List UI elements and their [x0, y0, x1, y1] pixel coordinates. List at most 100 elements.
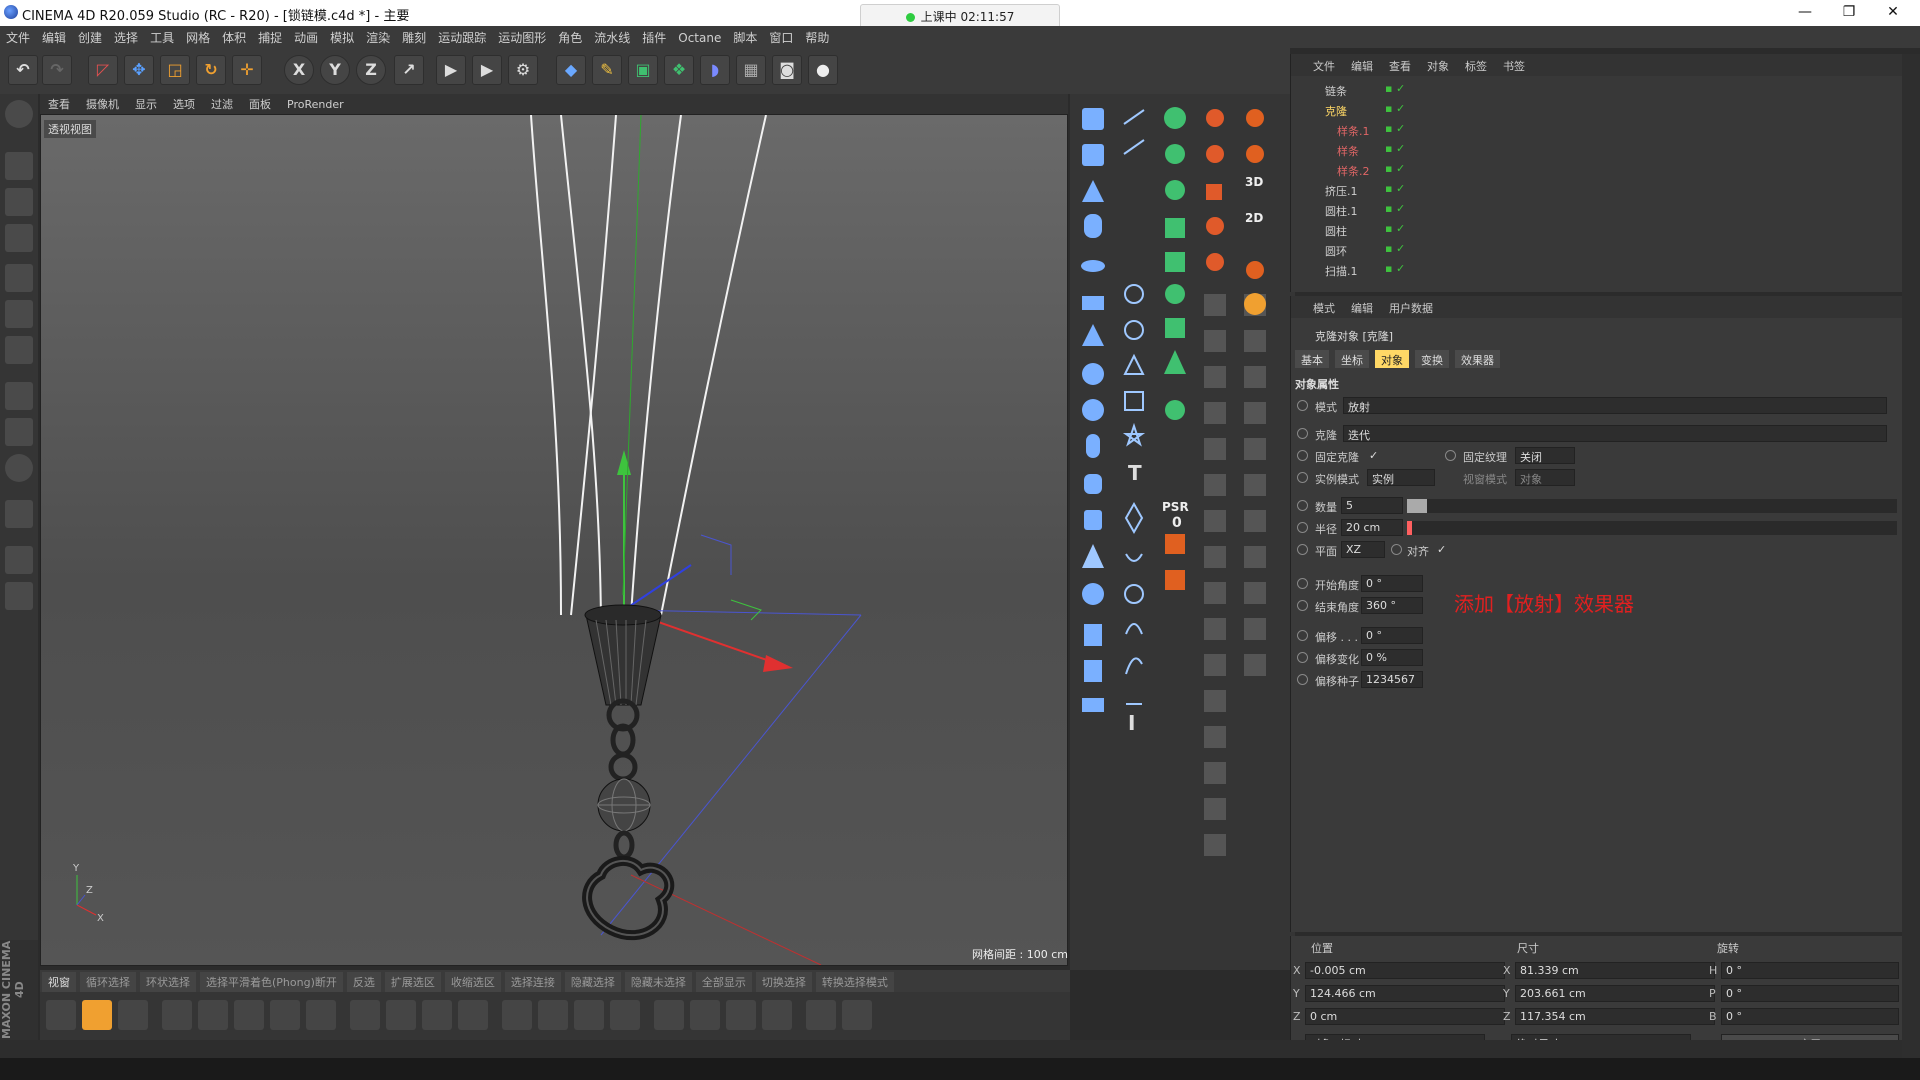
pen-spline-icon[interactable]: ✎ [592, 55, 622, 85]
ngon-icon[interactable] [1123, 353, 1145, 375]
tool-icon[interactable] [422, 1000, 452, 1030]
palette-slot[interactable] [1244, 510, 1266, 532]
render-view-icon[interactable]: ▶ [436, 55, 466, 85]
palette-slot[interactable] [1204, 366, 1226, 388]
snap-magnet-icon[interactable] [5, 500, 33, 528]
palette-slot[interactable] [1244, 366, 1266, 388]
palette-slot[interactable] [1204, 402, 1226, 424]
tool-icon[interactable] [762, 1000, 792, 1030]
disc-icon[interactable] [1081, 260, 1105, 272]
bezier-icon[interactable] [1164, 350, 1186, 374]
tool-icon[interactable] [118, 1000, 148, 1030]
render-settings-icon[interactable]: ⚙ [508, 55, 538, 85]
palette-slot[interactable] [1244, 330, 1266, 352]
move-tool-icon[interactable]: ✥ [124, 55, 154, 85]
polygon-icon[interactable] [1082, 324, 1104, 346]
menu-render[interactable]: 渲染 [360, 26, 396, 46]
menu-animate[interactable]: 动画 [288, 26, 324, 46]
object-row[interactable]: 样条.2 ▪ ✓ [1291, 160, 1891, 180]
platonic-icon[interactable] [1082, 583, 1104, 605]
tool-icon[interactable] [610, 1000, 640, 1030]
torus-icon[interactable] [1082, 399, 1104, 421]
cube-icon[interactable] [1082, 144, 1104, 166]
tool-icon[interactable] [46, 1000, 76, 1030]
palette-slot[interactable] [1204, 438, 1226, 460]
tab-object[interactable]: 对象 [1375, 350, 1409, 368]
scale-tool-icon[interactable]: ◲ [160, 55, 190, 85]
tool-icon[interactable] [162, 1000, 192, 1030]
workplane-icon[interactable] [5, 224, 33, 252]
cmd-shrink[interactable]: 收缩选区 [444, 972, 501, 992]
viewport-menu-panel[interactable]: 面板 [241, 94, 279, 112]
camera-icon[interactable]: ◙ [772, 55, 802, 85]
subdivision-surface-icon[interactable] [1165, 180, 1185, 200]
palette-slot[interactable] [1204, 834, 1226, 856]
tool-icon[interactable] [726, 1000, 756, 1030]
transform-tool-icon[interactable]: ✛ [232, 55, 262, 85]
tool-icon[interactable] [690, 1000, 720, 1030]
polygon-select-icon[interactable] [1206, 253, 1224, 271]
menu-sculpt[interactable]: 雕刻 [396, 26, 432, 46]
selection-icon[interactable] [1206, 184, 1222, 200]
formula-icon[interactable] [1125, 657, 1143, 675]
tool-icon[interactable] [270, 1000, 300, 1030]
tool-icon[interactable] [234, 1000, 264, 1030]
axis-x-button[interactable]: X [284, 55, 314, 85]
edges-mode-icon[interactable] [5, 300, 33, 328]
tweak-mode-icon[interactable] [5, 418, 33, 446]
sphere-icon[interactable] [1082, 363, 1104, 385]
cube-object-icon[interactable]: ◆ [556, 55, 586, 85]
minimize-button[interactable]: — [1790, 4, 1820, 20]
cmd-connected[interactable]: 选择连接 [504, 972, 561, 992]
menu-tools[interactable]: 工具 [144, 26, 180, 46]
tool-icon[interactable] [458, 1000, 488, 1030]
offset-input[interactable]: 0 ° [1361, 627, 1423, 644]
palette-slot[interactable] [1204, 510, 1226, 532]
cmd-toggle[interactable]: 切换选择 [755, 972, 812, 992]
deformer-icon[interactable]: ◗ [700, 55, 730, 85]
pos-y-input[interactable]: 124.466 cm [1305, 985, 1505, 1002]
palette-slot[interactable] [1204, 618, 1226, 640]
pyramid-icon[interactable] [1082, 544, 1104, 568]
palette-slot[interactable] [1244, 438, 1266, 460]
object-row[interactable]: 链条 ▪ ✓ [1291, 80, 1891, 100]
visibility-checks[interactable]: ▪ ✓ [1385, 82, 1585, 95]
cycloid-icon[interactable] [1125, 623, 1143, 635]
menu-volume[interactable]: 体积 [216, 26, 252, 46]
clone-dropdown[interactable]: 迭代 [1343, 425, 1887, 442]
anim-radio[interactable] [1297, 522, 1308, 533]
anim-radio[interactable] [1445, 450, 1456, 461]
pointer-icon[interactable] [1206, 145, 1224, 163]
tool-icon[interactable] [306, 1000, 336, 1030]
extrude-icon[interactable] [1165, 218, 1185, 238]
brush-icon[interactable] [82, 1000, 112, 1030]
palette-slot[interactable] [1204, 294, 1226, 316]
palette-slot[interactable] [1244, 402, 1266, 424]
metaball-icon[interactable] [1165, 144, 1185, 164]
anim-radio[interactable] [1297, 400, 1308, 411]
rectangle-icon[interactable] [1124, 391, 1144, 411]
text-spline-icon[interactable]: T [1128, 461, 1142, 485]
viewport-menu-filter[interactable]: 过滤 [203, 94, 241, 112]
om-menu-tags[interactable]: 标签 [1457, 54, 1495, 74]
constraint-icon[interactable] [1165, 534, 1185, 554]
menu-simulate[interactable]: 模拟 [324, 26, 360, 46]
rotate-tool-icon[interactable]: ↻ [196, 55, 226, 85]
workplane-lock-icon[interactable] [5, 546, 33, 574]
light-icon[interactable]: ● [808, 55, 838, 85]
pos-x-input[interactable]: -0.005 cm [1305, 962, 1505, 979]
subdivision-icon[interactable]: ▣ [628, 55, 658, 85]
object-row[interactable]: 扫描.1 ▪ ✓ [1291, 260, 1891, 280]
anim-radio[interactable] [1297, 630, 1308, 641]
rot-h-input[interactable]: 0 ° [1721, 962, 1899, 979]
tab-basic[interactable]: 基本 [1295, 350, 1329, 368]
menu-mograph[interactable]: 运动图形 [492, 26, 552, 46]
palette-slot[interactable] [1204, 330, 1226, 352]
visibility-checks[interactable]: ▪ ✓ [1385, 142, 1585, 155]
cmd-hide-unselected[interactable]: 隐藏未选择 [624, 972, 692, 992]
palette-slot[interactable] [1204, 474, 1226, 496]
fix-texture-dropdown[interactable]: 关闭 [1515, 447, 1575, 464]
live-selection-icon[interactable]: ◸ [88, 55, 118, 85]
tool-icon[interactable] [574, 1000, 604, 1030]
coordinate-system-icon[interactable]: ↗ [394, 55, 424, 85]
